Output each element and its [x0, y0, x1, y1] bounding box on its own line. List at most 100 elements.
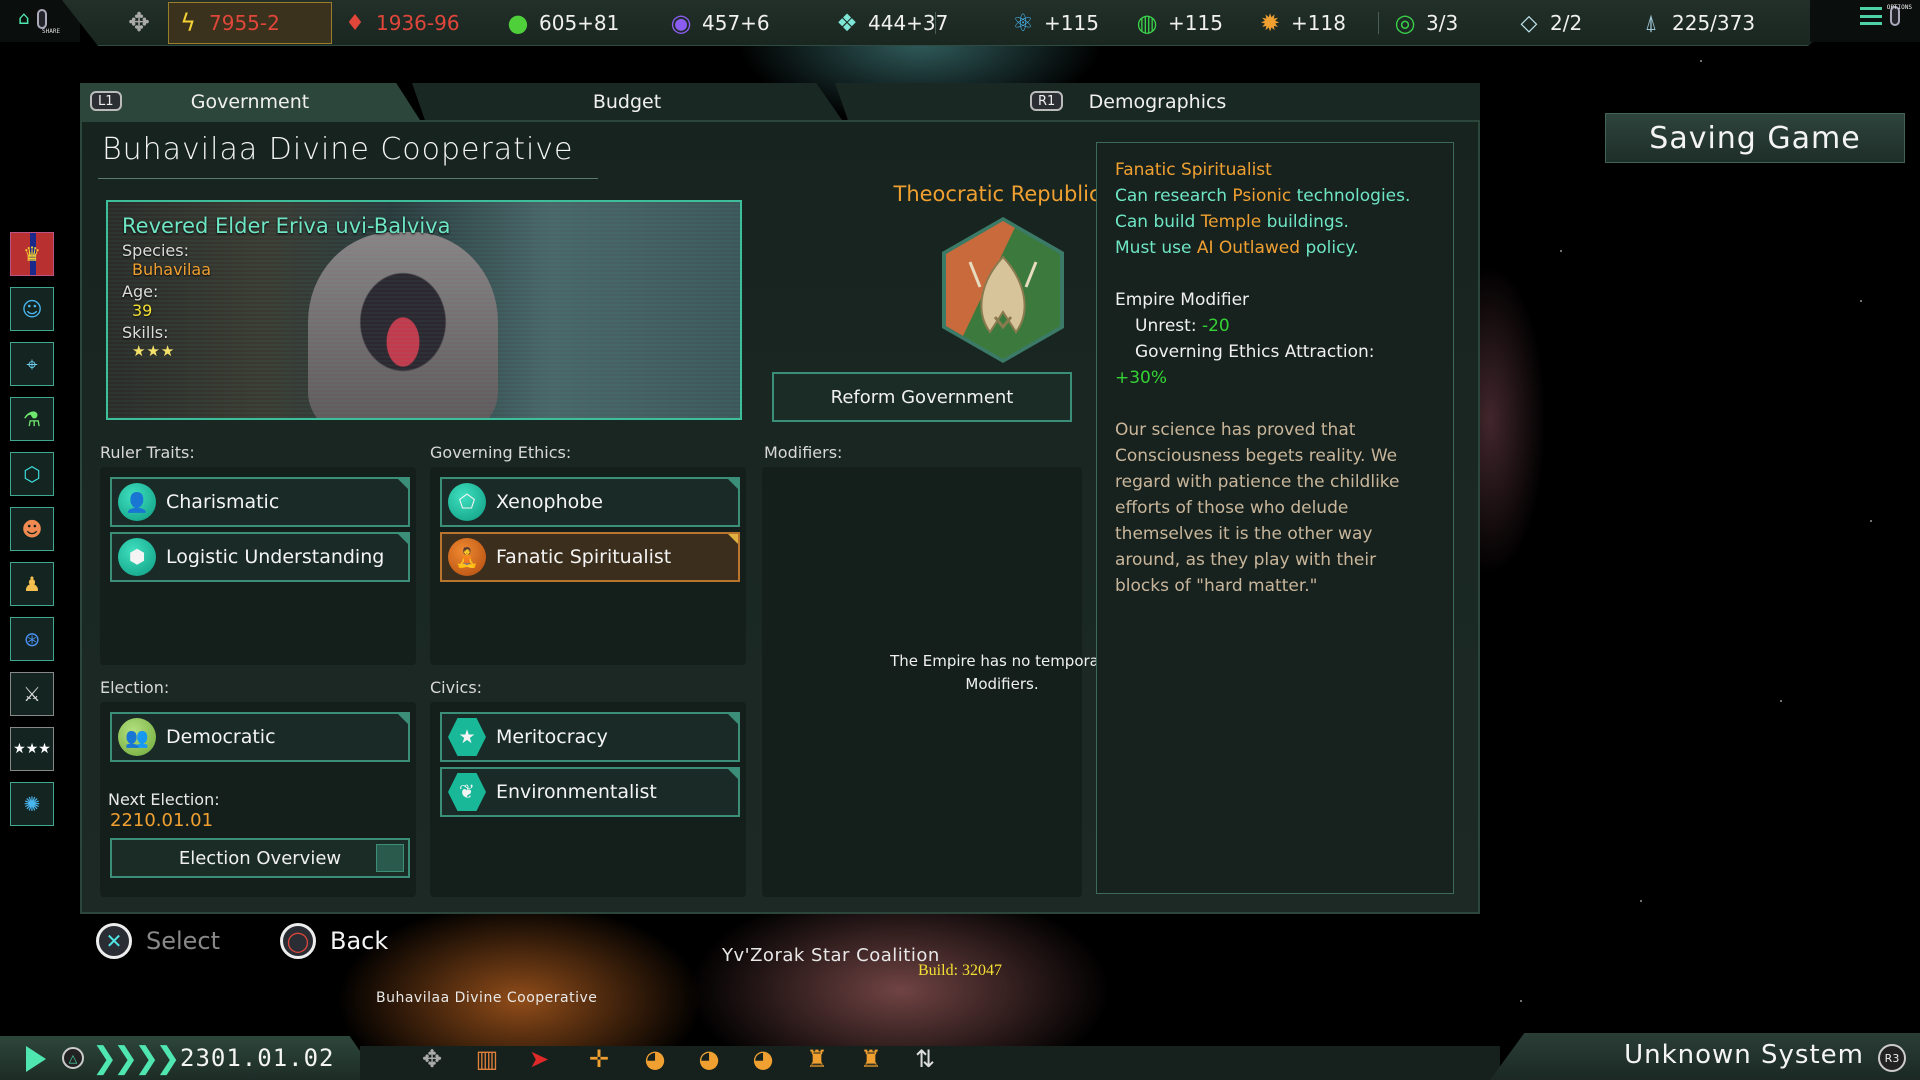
map-own-empire-label[interactable]: Buhavilaa Divine Cooperative: [376, 990, 597, 1006]
share-label: SHARE: [42, 28, 61, 35]
modifier-attraction-value: +30%: [1115, 368, 1168, 388]
society-icon: ◍: [1136, 9, 1158, 37]
trait-charismatic[interactable]: 👤 Charismatic: [110, 477, 410, 527]
resource-value: +115: [1044, 11, 1099, 35]
back-prompt[interactable]: ◯ Back: [280, 923, 388, 959]
influence-icon: ◉: [670, 9, 692, 37]
planet-build-alert-icon[interactable]: ◕: [692, 1043, 726, 1075]
resource-value: 225/373: [1672, 11, 1756, 35]
ship-upgrade-alert-icon[interactable]: ⇅: [908, 1043, 942, 1075]
resource-society[interactable]: ◍ +115: [1134, 8, 1223, 38]
share-pill-icon: [37, 8, 48, 29]
saving-game-notice: Saving Game: [1605, 113, 1905, 163]
select-prompt[interactable]: ✕ Select: [96, 923, 220, 959]
l1-button-hint[interactable]: L1: [90, 91, 122, 111]
fleet-icon: ⍋: [1644, 10, 1658, 36]
sidebar-item-planets[interactable]: ⬡: [10, 452, 54, 496]
play-button[interactable]: [26, 1046, 46, 1072]
ethic-xenophobe[interactable]: ⬠ Xenophobe: [440, 477, 740, 527]
empire-flag-icon: ♛: [23, 242, 41, 266]
unity-icon: ❖: [836, 9, 858, 37]
r3-button-hint[interactable]: R3: [1878, 1044, 1906, 1072]
resource-planets[interactable]: ◎ 3/3: [1392, 8, 1459, 38]
resource-value: 3/3: [1426, 11, 1459, 35]
triangle-button-icon[interactable]: △: [62, 1047, 84, 1069]
stars-icon: ★★★: [13, 741, 51, 757]
sidebar-item-leaders[interactable]: ♟: [10, 562, 54, 606]
tab-bar: Government Budget Demographics L1 R1: [80, 83, 1480, 120]
skill-stars: ★★★: [132, 342, 176, 360]
masks-icon: ☻: [21, 517, 43, 541]
resource-energy[interactable]: ϟ 7955-2: [168, 2, 332, 44]
logistic-understanding-icon: ⬢: [118, 538, 156, 576]
game-speed-indicator[interactable]: ❯❯❯❯: [92, 1041, 181, 1076]
civics-label: Civics:: [430, 678, 483, 697]
democratic-icon: 👥: [118, 718, 156, 756]
resource-engineering[interactable]: ✹ +118: [1257, 8, 1346, 38]
sidebar-item-species[interactable]: ☻: [10, 507, 54, 551]
sidebar-item-contacts[interactable]: ☺: [10, 287, 54, 331]
resource-value: +118: [1291, 11, 1346, 35]
resource-fleet[interactable]: ⍋ 225/373: [1638, 8, 1755, 38]
sidebar-item-galaxy[interactable]: ✺: [10, 782, 54, 826]
tooltip-line-psionic: Can research Psionic technologies.: [1115, 186, 1411, 206]
current-system-name[interactable]: Unknown System: [1624, 1040, 1864, 1070]
economy-alert-icon[interactable]: ▥: [470, 1043, 504, 1075]
resource-unity[interactable]: ❖ 444+37: [834, 8, 948, 38]
election-overview-button[interactable]: Election Overview: [110, 838, 410, 878]
resource-food[interactable]: ● 605+81: [505, 8, 620, 38]
sidebar-item-military[interactable]: ⚔: [10, 672, 54, 716]
tab-budget[interactable]: Budget: [412, 83, 842, 120]
trait-logistic-understanding[interactable]: ⬢ Logistic Understanding: [110, 532, 410, 582]
empire-emblem-icon: [942, 217, 1064, 363]
edict-emblem-icon: ⊛: [23, 627, 41, 651]
empire-name: Buhavilaa Divine Cooperative: [102, 132, 574, 167]
reform-government-button[interactable]: Reform Government: [772, 372, 1072, 422]
sidebar-item-technology[interactable]: ⚗: [10, 397, 54, 441]
outliner-sidebar: ♛ ☺ ⌖ ⚗ ⬡ ☻ ♟ ⊛ ⚔ ★★★ ✺: [10, 232, 56, 837]
starbase-build-alert-icon[interactable]: ♜: [800, 1043, 834, 1075]
alien-leader-icon: ♟: [23, 572, 41, 596]
civic-meritocracy[interactable]: ★ Meritocracy: [440, 712, 740, 762]
r1-button-hint[interactable]: R1: [1030, 91, 1064, 111]
menu-icon: [1860, 7, 1882, 25]
tab-government[interactable]: Government: [80, 83, 420, 120]
crossroads-alert-icon[interactable]: ✛: [582, 1043, 616, 1075]
game-date: 2301.01.02: [180, 1044, 335, 1072]
meritocracy-icon: ★: [448, 718, 486, 756]
title-divider: [98, 178, 598, 179]
hostile-fleet-alert-icon[interactable]: ➤: [522, 1043, 556, 1075]
ethic-tooltip-panel: Fanatic Spiritualist Can research Psioni…: [1096, 142, 1454, 894]
map-neighbor-label[interactable]: Yv'Zorak Star Coalition: [722, 945, 940, 966]
galaxy-icon: ✺: [23, 792, 41, 816]
resource-physics[interactable]: ⚛ +115: [1010, 8, 1099, 38]
age-label: Age:: [122, 282, 159, 301]
sidebar-item-empire-flag[interactable]: ♛: [10, 232, 54, 276]
election-democratic[interactable]: 👥 Democratic: [110, 712, 410, 762]
species-label: Species:: [122, 241, 189, 260]
engineering-icon: ✹: [1259, 9, 1281, 37]
build-number: Build: 32047: [918, 962, 1003, 979]
sidebar-item-situation-log[interactable]: ⌖: [10, 342, 54, 386]
civic-environmentalist[interactable]: ❦ Environmentalist: [440, 767, 740, 817]
government-window: Government Budget Demographics L1 R1 Buh…: [80, 83, 1480, 914]
sidebar-item-edicts[interactable]: ⊛: [10, 617, 54, 661]
tooltip-title: Fanatic Spiritualist: [1115, 160, 1272, 180]
spiritualist-icon: 🧘: [448, 538, 486, 576]
sidebar-item-traditions[interactable]: ★★★: [10, 727, 54, 771]
resource-value: 605+81: [539, 11, 620, 35]
resource-influence[interactable]: ◉ 457+6: [668, 8, 770, 38]
cross-button-icon: ✕: [96, 923, 132, 959]
resource-starbases[interactable]: ◇ 2/2: [1516, 8, 1583, 38]
planet-build-alert-icon[interactable]: ◕: [746, 1043, 780, 1075]
election-label: Election:: [100, 678, 170, 697]
share-button[interactable]: ⌂: [18, 8, 48, 29]
ruler-portrait[interactable]: Revered Elder Eriva uvi-Balviva Species:…: [106, 200, 742, 420]
resource-minerals[interactable]: ♦ 1936-96: [342, 8, 459, 38]
ruler-traits-label: Ruler Traits:: [100, 443, 195, 462]
tab-demographics[interactable]: Demographics: [835, 83, 1480, 120]
food-icon: ●: [507, 9, 529, 37]
planet-build-alert-icon[interactable]: ◕: [638, 1043, 672, 1075]
starbase-build-alert-icon[interactable]: ♜: [854, 1043, 888, 1075]
ethic-fanatic-spiritualist[interactable]: 🧘 Fanatic Spiritualist: [440, 532, 740, 582]
